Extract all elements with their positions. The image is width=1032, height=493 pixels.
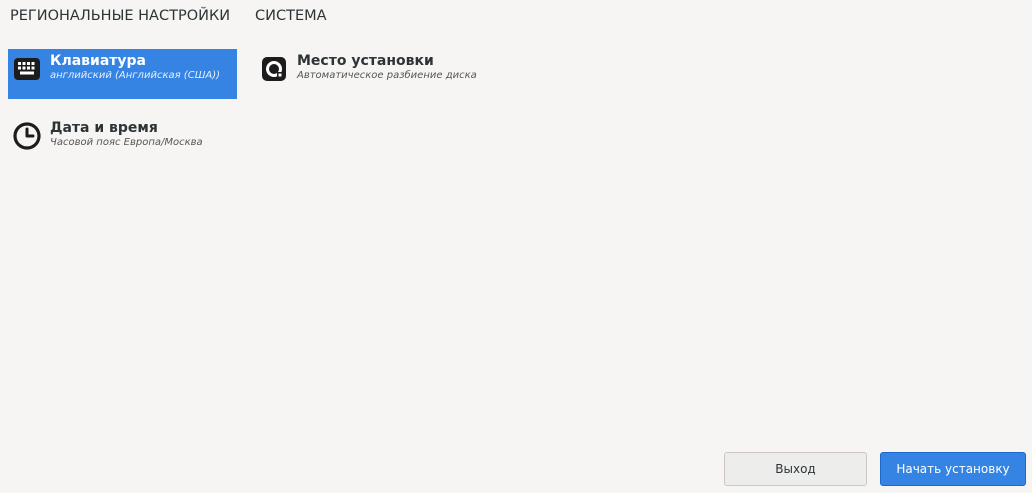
datetime-spoke[interactable]: Дата и время Часовой пояс Европа/Москва (8, 116, 237, 162)
datetime-spoke-title: Дата и время (50, 120, 158, 136)
datetime-spoke-status: Часовой пояс Европа/Москва (50, 137, 203, 148)
storage-spoke-title: Место установки (297, 53, 434, 69)
begin-installation-button[interactable]: Начать установку (880, 452, 1026, 486)
section-title-regional: РЕГИОНАЛЬНЫЕ НАСТРОЙКИ (10, 8, 231, 24)
keyboard-icon (12, 54, 42, 84)
storage-spoke-status: Автоматическое разбиение диска (297, 70, 477, 81)
clock-icon (12, 121, 42, 151)
disk-icon (259, 54, 289, 84)
keyboard-spoke[interactable]: Клавиатура английский (Английская (США)) (8, 49, 237, 99)
keyboard-spoke-title: Клавиатура (50, 53, 146, 69)
section-title-system: СИСТЕМА (255, 8, 327, 24)
keyboard-spoke-status: английский (Английская (США)) (50, 70, 221, 81)
storage-spoke[interactable]: Место установки Автоматическое разбиение… (255, 49, 484, 103)
quit-button[interactable]: Выход (724, 452, 867, 486)
